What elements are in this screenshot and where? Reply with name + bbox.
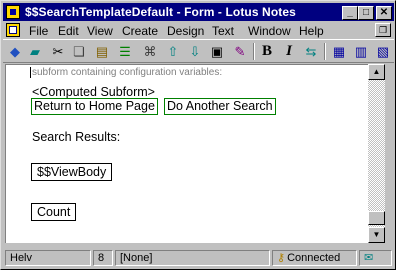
smarticon-diamond-icon[interactable]: ◆: [5, 42, 25, 61]
app-window: $$SearchTemplateDefault - Form - Lotus N…: [0, 0, 396, 270]
menu-create[interactable]: Create: [122, 24, 158, 38]
notes-app-icon[interactable]: [6, 5, 20, 19]
hide-icon[interactable]: ▧: [373, 42, 393, 61]
properties-icon[interactable]: ▦: [329, 42, 349, 61]
scroll-up-button[interactable]: ▲: [368, 64, 385, 80]
minimize-button[interactable]: _: [342, 6, 358, 20]
font-name-status[interactable]: Helv: [5, 250, 91, 266]
attach-icon[interactable]: ⌘: [140, 42, 160, 61]
move-down-icon[interactable]: ⇩: [185, 42, 205, 61]
menu-window[interactable]: Window: [248, 24, 291, 38]
connection-status[interactable]: ⚷ Connected: [272, 250, 357, 266]
count-field[interactable]: Count: [31, 203, 77, 221]
paragraph-style-status[interactable]: [None]: [115, 250, 270, 266]
save-icon[interactable]: ▰: [25, 42, 45, 61]
toolbar-separator: [324, 43, 326, 60]
refresh-icon[interactable]: ⇆: [301, 42, 321, 61]
spell-check-icon[interactable]: ✎: [230, 42, 250, 61]
title-bar[interactable]: $$SearchTemplateDefault - Form - Lotus N…: [3, 3, 394, 21]
close-button[interactable]: ✕: [376, 6, 392, 20]
scroll-thumb[interactable]: [368, 211, 385, 225]
toolbar-separator: [253, 43, 255, 60]
smarticons-toolbar: ◆ ▰ ✂ ❏ ▤ ☰ ⌘ ⇧ ⇩ ▣ ✎ B I ⇆ ▦ ▥ ▧: [3, 39, 394, 63]
key-icon: ⚷: [277, 252, 286, 264]
menu-view[interactable]: View: [87, 24, 113, 38]
navigator-icon[interactable]: ☰: [115, 42, 135, 61]
document-control-icon[interactable]: [6, 23, 20, 37]
subform-hint: subform containing configuration variabl…: [32, 67, 223, 78]
bold-icon[interactable]: B: [257, 42, 277, 61]
document-restore-button[interactable]: ❐: [375, 23, 391, 37]
return-home-hotspot[interactable]: Return to Home Page: [31, 98, 158, 115]
menu-bar: File Edit View Create Design Text Window…: [3, 22, 394, 39]
layout-icon[interactable]: ▥: [351, 42, 371, 61]
cut-icon[interactable]: ✂: [48, 42, 68, 61]
menu-file[interactable]: File: [29, 24, 48, 38]
menu-edit[interactable]: Edit: [58, 24, 79, 38]
form-design-area[interactable]: subform containing configuration variabl…: [5, 64, 368, 243]
copy-icon[interactable]: ❏: [69, 42, 89, 61]
window-title: $$SearchTemplateDefault - Form - Lotus N…: [25, 5, 296, 19]
right-margin: [385, 64, 394, 243]
menu-help[interactable]: Help: [299, 24, 324, 38]
connection-status-label: Connected: [287, 252, 341, 264]
vertical-scrollbar[interactable]: ▲ ▼: [368, 64, 385, 243]
viewbody-field[interactable]: $$ViewBody: [31, 163, 113, 181]
menu-design[interactable]: Design: [167, 24, 204, 38]
font-size-status[interactable]: 8: [93, 250, 113, 266]
maximize-button[interactable]: □: [358, 6, 374, 20]
computed-subform-label[interactable]: <Computed Subform>: [32, 85, 155, 99]
italic-icon[interactable]: I: [279, 42, 299, 61]
status-bar: Helv 8 [None] ⚷ Connected ✉: [3, 248, 394, 268]
move-up-icon[interactable]: ⇧: [163, 42, 183, 61]
paste-icon[interactable]: ▤: [92, 42, 112, 61]
mail-icon: ✉: [364, 252, 374, 264]
scroll-down-button[interactable]: ▼: [368, 227, 385, 243]
search-results-label: Search Results:: [32, 130, 121, 144]
another-search-hotspot[interactable]: Do Another Search: [164, 98, 276, 115]
text-cursor: [30, 67, 31, 78]
mail-status[interactable]: ✉: [359, 250, 392, 266]
stack-icon[interactable]: ▣: [207, 42, 227, 61]
menu-text[interactable]: Text: [212, 24, 234, 38]
